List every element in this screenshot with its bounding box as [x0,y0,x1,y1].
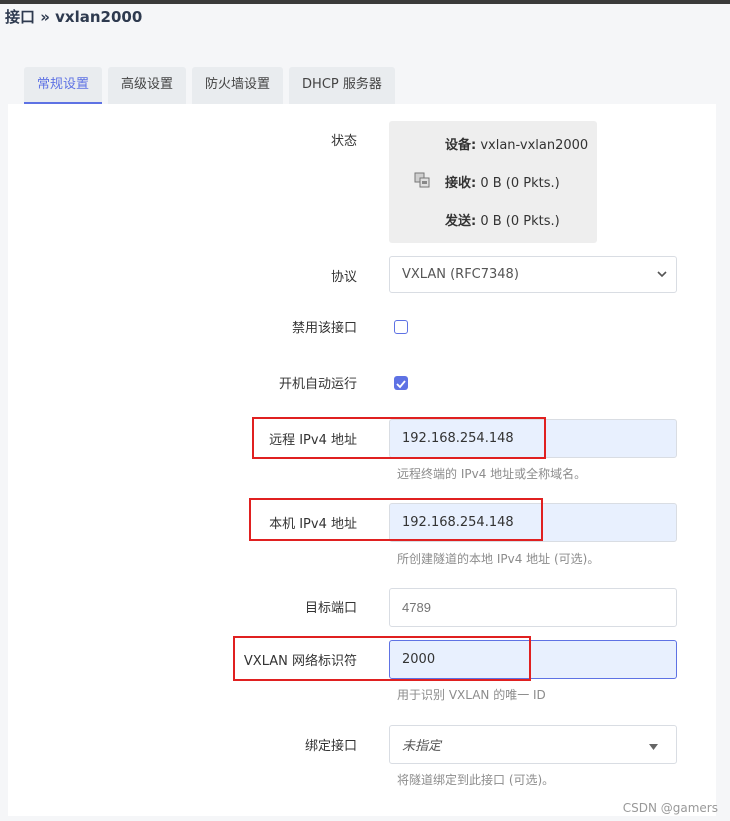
top-bar [0,0,730,4]
protocol-value: VXLAN (RFC7348) [402,267,519,282]
settings-panel [8,104,716,816]
bind-iface-help: 将隧道绑定到此接口 (可选)。 [397,773,555,787]
local-ipv4-help: 所创建隧道的本地 IPv4 地址 (可选)。 [397,552,600,566]
vni-help: 用于识别 VXLAN 的唯一 ID [397,688,546,702]
checkmark-icon [396,380,406,389]
highlight-box-remote [252,417,546,459]
tab-bar: 常规设置 高级设置 防火墙设置 DHCP 服务器 [24,67,401,104]
network-port-icon [414,172,430,188]
autostart-checkbox[interactable] [394,376,408,390]
disable-checkbox[interactable] [394,320,408,334]
autostart-label: 开机自动运行 [278,377,357,392]
caret-down-icon [649,740,658,755]
target-port-input[interactable] [389,588,677,627]
tab-dhcp[interactable]: DHCP 服务器 [289,67,395,104]
watermark: CSDN @gamers [622,801,718,815]
rx-label: 接收: [445,176,477,191]
disable-label: 禁用该接口 [291,321,357,336]
highlight-box-local [249,498,543,541]
protocol-label: 协议 [330,270,357,285]
bind-iface-value: 未指定 [402,739,442,754]
tab-advanced[interactable]: 高级设置 [108,67,187,104]
status-label: 状态 [330,134,357,149]
remote-ipv4-help: 远程终端的 IPv4 地址或全称域名。 [397,467,587,481]
highlight-box-vni [233,636,531,681]
tab-firewall[interactable]: 防火墙设置 [192,67,284,104]
device-label: 设备: [445,138,477,153]
target-port-label: 目标端口 [304,601,357,616]
breadcrumb: 接口 » vxlan2000 [5,8,143,26]
tx-label: 发送: [445,214,477,229]
tab-general[interactable]: 常规设置 [24,67,103,104]
device-value: vxlan-vxlan2000 [480,138,589,153]
bind-iface-label: 绑定接口 [304,739,357,754]
bind-iface-select[interactable]: 未指定 [389,725,677,764]
tx-value: 0 B (0 Pkts.) [480,214,560,229]
rx-value: 0 B (0 Pkts.) [480,176,560,191]
protocol-select[interactable]: VXLAN (RFC7348) [389,256,677,293]
status-box: 设备: vxlan-vxlan2000 接收: 0 B (0 Pkts.) 发送… [389,121,597,243]
chevron-down-icon [656,268,668,284]
